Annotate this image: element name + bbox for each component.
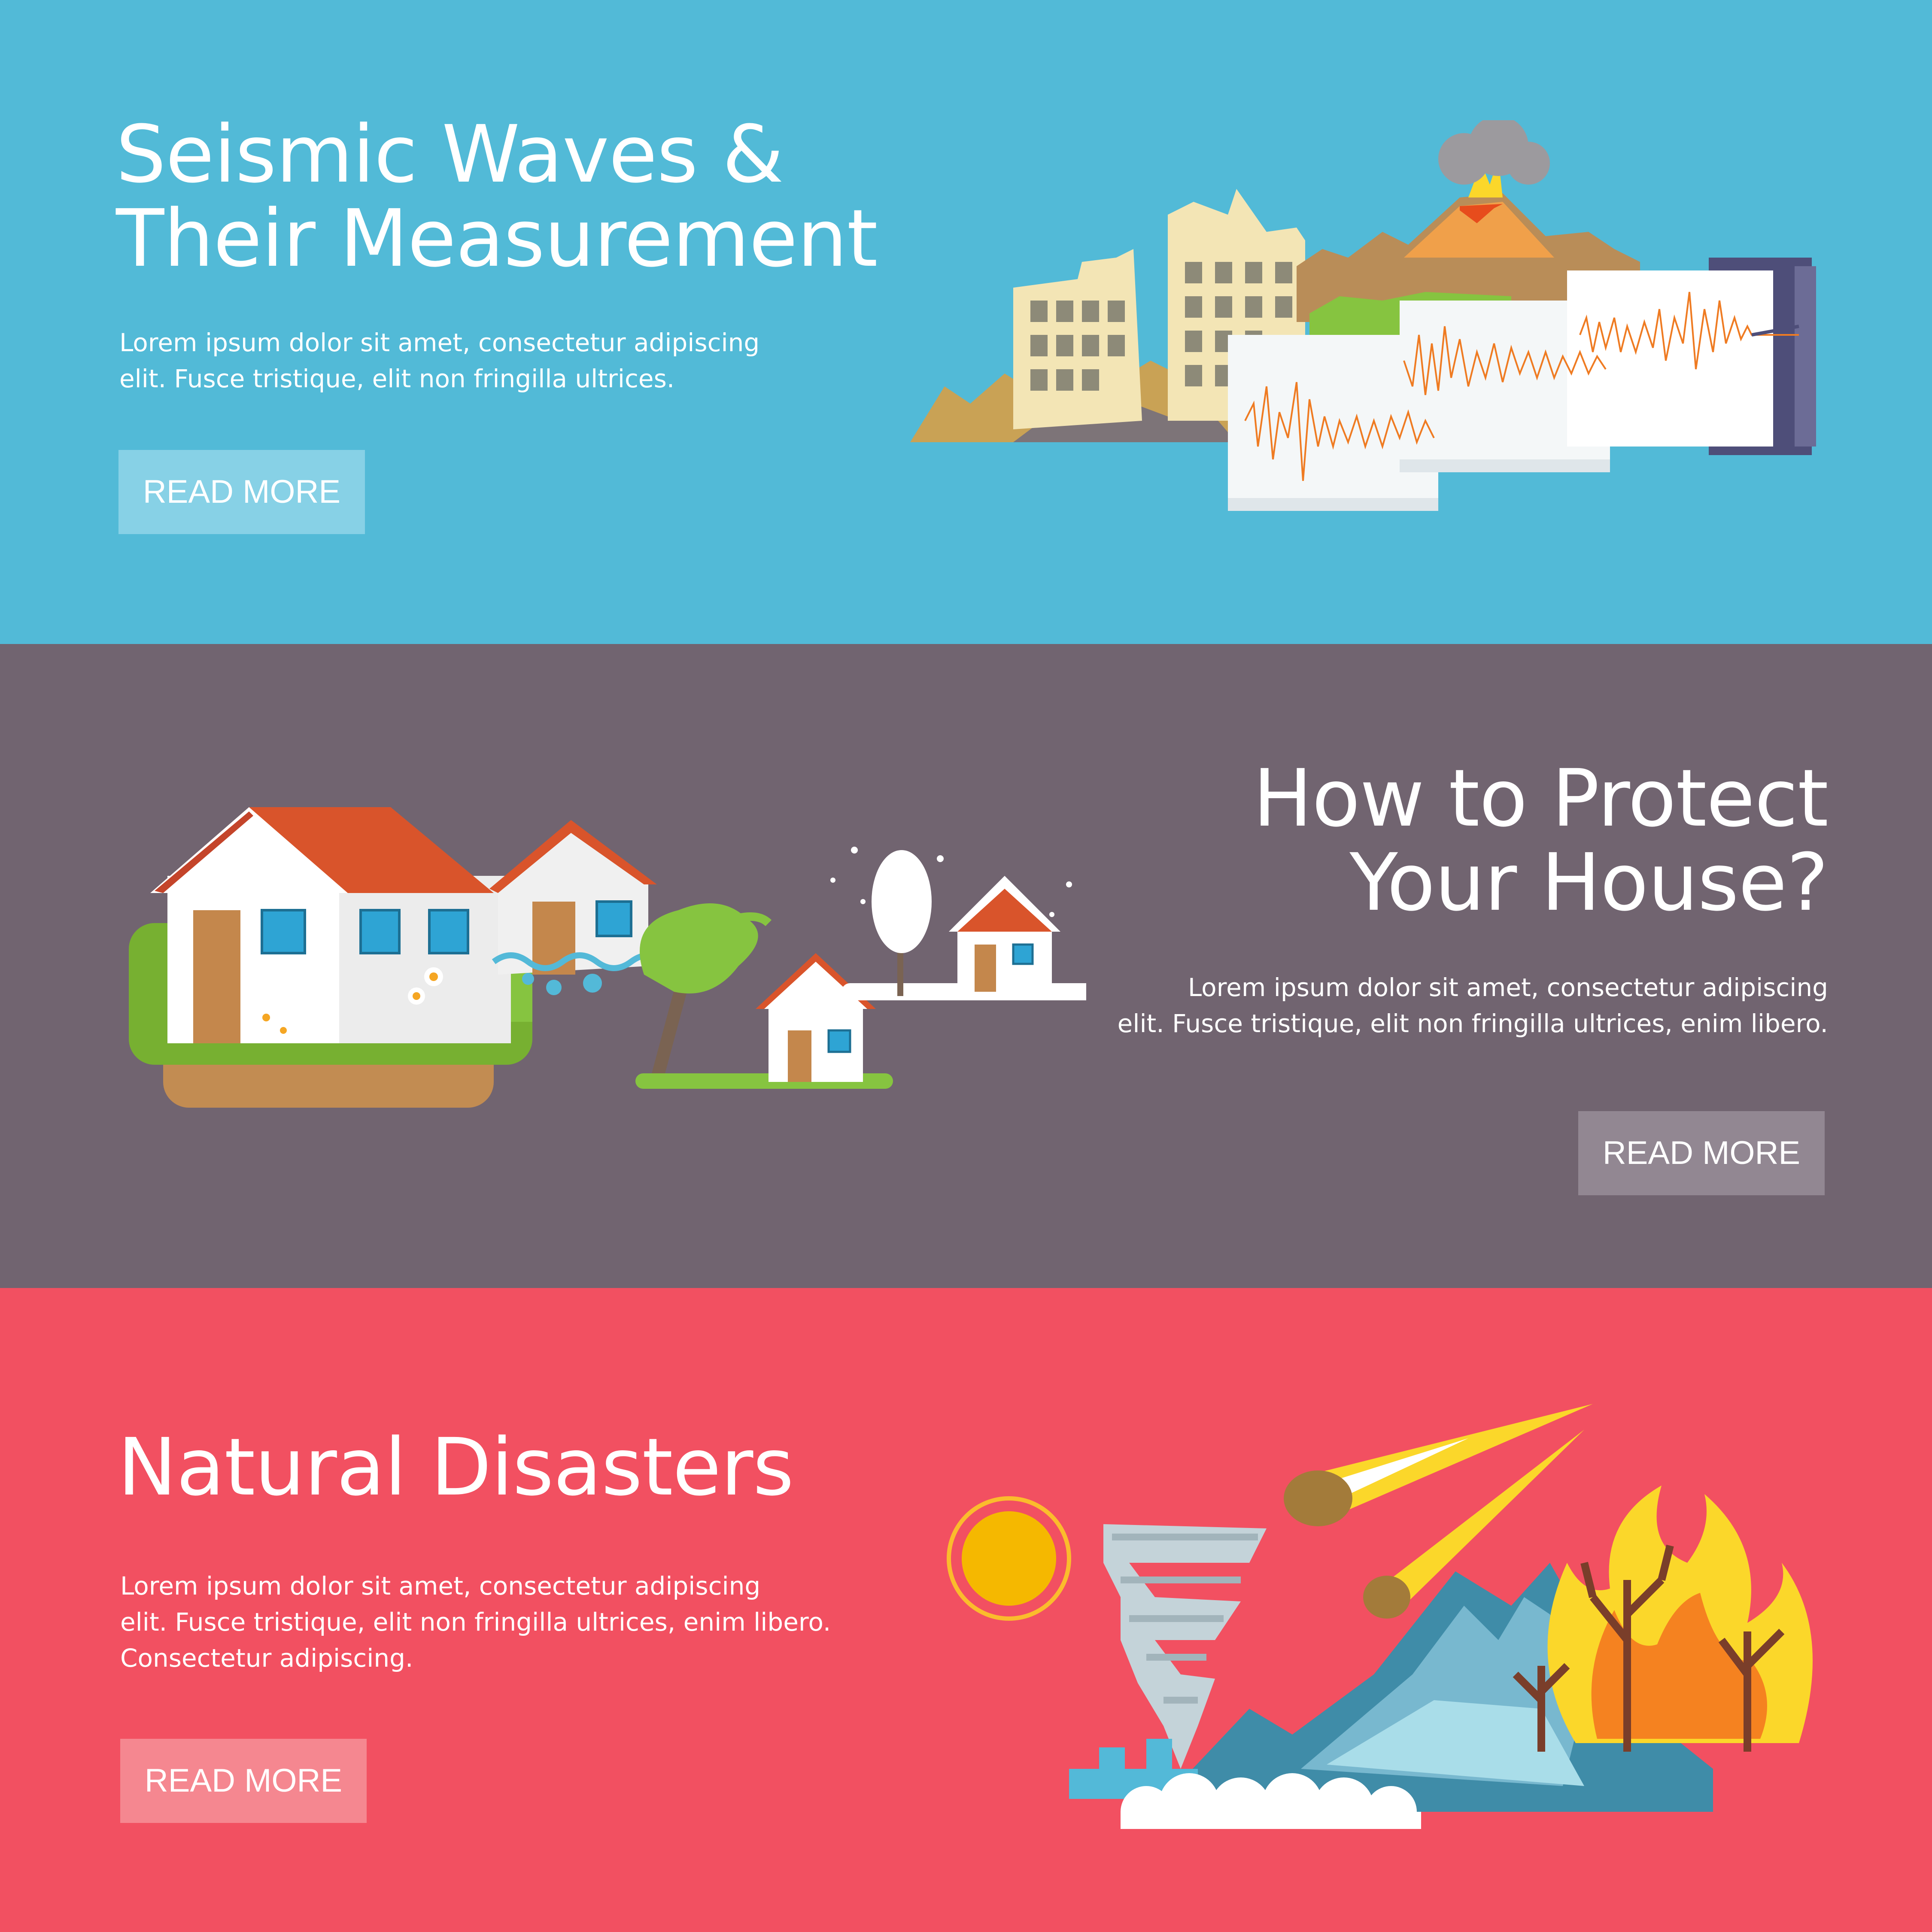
description-line: elit. Fusce tristique, elit non fringill… [1117,1009,1828,1038]
title-line: Your House? [1349,837,1829,929]
window [428,909,469,954]
door [975,945,996,992]
description-line: Lorem ipsum dolor sit amet, consectetur … [120,1571,761,1601]
description-line: Lorem ipsum dolor sit amet, consectetur … [119,328,760,357]
description-line: elit. Fusce tristique, elit non fringill… [119,364,675,393]
house-protection-illustration [129,807,1086,1108]
banner-title: Natural Disasters [118,1422,794,1513]
snowy-tree [872,850,932,953]
window [261,909,306,954]
seismic-illustration [910,120,1816,511]
seismic-waves-banner: Seismic Waves & Their Measurement Lorem … [0,0,1932,644]
door [788,1030,811,1082]
description-line: Lorem ipsum dolor sit amet, consectetur … [1188,973,1828,1002]
natural-disasters-illustration [947,1404,1813,1829]
title-line: Their Measurement [116,193,878,285]
title-line: Natural Disasters [118,1422,794,1513]
window [359,909,401,954]
banner-title: Seismic Waves & Their Measurement [116,112,878,281]
description-line: Consectetur adipiscing. [120,1643,413,1673]
window [1012,943,1034,965]
snowflakes [830,847,1072,917]
protect-house-banner: How to Protect Your House? Lorem ipsum d… [0,644,1932,1288]
banner-description: Lorem ipsum dolor sit amet, consectetur … [1118,969,1828,1042]
meteor-icon [1284,1470,1352,1526]
window [595,900,632,937]
title-line: How to Protect [1253,753,1829,844]
read-more-button[interactable]: READ MORE [118,450,365,534]
natural-disasters-banner: Natural Disasters Lorem ipsum dolor sit … [0,1288,1932,1932]
window [827,1029,851,1053]
banner-title: How to Protect Your House? [1253,753,1829,929]
tree-trunk [649,987,687,1087]
door [193,910,240,1043]
snowy-house [957,927,1052,992]
read-more-button[interactable]: READ MORE [120,1739,367,1823]
banner-description: Lorem ipsum dolor sit amet, consectetur … [119,325,759,397]
title-line: Seismic Waves & [116,109,784,200]
meteor-icon [1363,1576,1410,1619]
banner-description: Lorem ipsum dolor sit amet, consectetur … [120,1568,831,1676]
read-more-button[interactable]: READ MORE [1578,1111,1825,1195]
description-line: elit. Fusce tristique, elit non fringill… [120,1607,831,1637]
